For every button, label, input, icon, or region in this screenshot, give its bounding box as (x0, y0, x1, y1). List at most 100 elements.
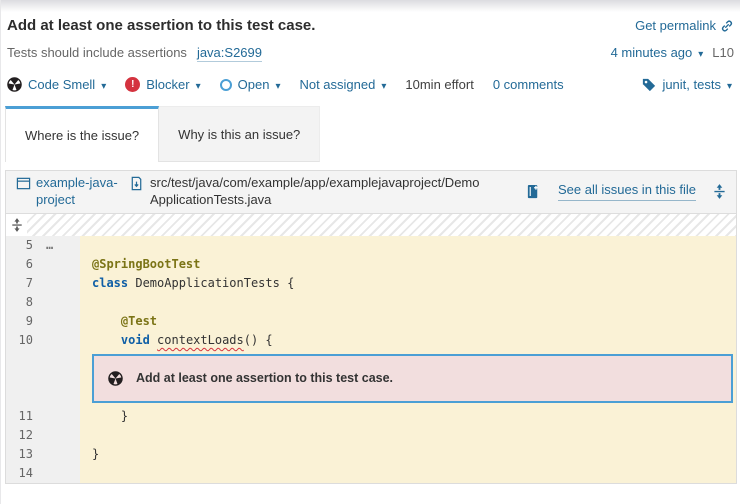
gutter-cell (40, 464, 80, 483)
expand-lines-button[interactable] (6, 214, 27, 236)
issue-type-dropdown[interactable]: Code Smell (7, 77, 106, 92)
expand-lines-row (6, 214, 736, 236)
code-line-row: 13} (6, 445, 736, 464)
tags-dropdown[interactable]: junit, tests (642, 77, 732, 92)
rule-key-link[interactable]: java:S2699 (197, 45, 262, 62)
code-cell (80, 426, 736, 445)
code-line-row: 11 } (6, 407, 736, 426)
issue-type-label: Code Smell (28, 77, 95, 92)
code-line-row: 14 (6, 464, 736, 483)
code-viewer: 5…6@SpringBootTest7 class DemoApplication… (6, 236, 736, 483)
gutter-cell (40, 312, 80, 331)
issue-message: Add at least one assertion to this test … (136, 369, 393, 388)
code-line-row: 8 (6, 293, 736, 312)
line-number[interactable]: 6 (6, 255, 40, 274)
permalink-label: Get permalink (635, 18, 716, 33)
project-link[interactable]: example-java-project (16, 175, 118, 209)
line-number[interactable]: 14 (6, 464, 40, 483)
code-table-body: 5…6@SpringBootTest7 class DemoApplication… (6, 236, 736, 483)
issue-meta-row: Code Smell ! Blocker Open Not assigned 1… (7, 77, 734, 92)
copy-file-path-button[interactable] (526, 184, 541, 199)
get-permalink-link[interactable]: Get permalink (635, 18, 734, 33)
expand-file-button[interactable] (713, 184, 726, 199)
file-path: src/test/java/com/example/app/examplejav… (150, 175, 481, 209)
code-token: } (92, 447, 99, 461)
code-cell: void contextLoads() { (80, 331, 736, 350)
code-cell: Add at least one assertion to this test … (80, 350, 736, 407)
chevron-down-icon (275, 77, 280, 92)
code-token: class (92, 276, 128, 290)
line-number[interactable]: 8 (6, 293, 40, 312)
permalink-icon (720, 19, 734, 33)
code-token (150, 333, 157, 347)
see-all-issues-link[interactable]: See all issues in this file (558, 182, 696, 201)
issue-age-area: 4 minutes ago L10 (611, 45, 734, 60)
code-token: contextLoads (157, 333, 244, 347)
line-number[interactable]: 5 (6, 236, 40, 255)
code-line-row: 6@SpringBootTest (6, 255, 736, 274)
code-smell-icon (7, 77, 22, 92)
line-number[interactable]: 12 (6, 426, 40, 445)
chevron-down-icon (101, 77, 106, 92)
gutter-cell (40, 407, 80, 426)
code-snippet-panel: example-java-project src/test/java/com/e… (5, 170, 737, 484)
top-shadow (1, 0, 740, 12)
rule-info: Tests should include assertions java:S269… (7, 45, 262, 60)
code-smell-icon (108, 371, 123, 386)
tab-label: Where is the issue? (25, 128, 139, 143)
title-row: Add at least one assertion to this test … (7, 17, 734, 34)
line-number[interactable]: 13 (6, 445, 40, 464)
line-number[interactable]: 7 (6, 274, 40, 293)
code-token (92, 314, 121, 328)
issue-tabs: Where is the issue? Why is this an issue… (5, 106, 740, 162)
file-path-area: src/test/java/com/example/app/examplejav… (129, 175, 481, 209)
effort-label: 10min effort (405, 77, 473, 92)
code-line-row: 12 (6, 426, 736, 445)
rule-title: Tests should include assertions (7, 45, 187, 60)
issue-message-box[interactable]: Add at least one assertion to this test … (92, 354, 733, 403)
line-number[interactable]: 9 (6, 312, 40, 331)
comments-link[interactable]: 0 comments (493, 77, 564, 92)
severity-dropdown[interactable]: ! Blocker (125, 77, 200, 92)
code-cell: class DemoApplicationTests { (80, 274, 736, 293)
code-token: @Test (121, 314, 157, 328)
issue-age-dropdown[interactable]: 4 minutes ago (611, 45, 704, 60)
tab-why-is-this-an-issue[interactable]: Why is this an issue? (159, 106, 320, 162)
line-number[interactable]: 10 (6, 331, 40, 350)
severity-label: Blocker (146, 77, 189, 92)
assignee-dropdown[interactable]: Not assigned (299, 77, 386, 92)
status-dropdown[interactable]: Open (220, 77, 281, 92)
file-header: example-java-project src/test/java/com/e… (6, 171, 736, 214)
code-cell: } (80, 445, 736, 464)
file-header-actions: See all issues in this file (526, 182, 726, 201)
gutter-cell (40, 274, 80, 293)
tag-icon (642, 78, 656, 92)
code-cell: } (80, 407, 736, 426)
assignee-label: Not assigned (299, 77, 375, 92)
project-name: example-java-project (36, 175, 118, 209)
chevron-down-icon (196, 77, 201, 92)
gutter-cell (40, 255, 80, 274)
code-cell (80, 236, 736, 255)
status-label: Open (238, 77, 270, 92)
chevron-down-icon (698, 45, 703, 60)
line-number[interactable]: 11 (6, 407, 40, 426)
code-cell: @Test (80, 312, 736, 331)
code-token: () { (244, 333, 273, 347)
code-line-row: 9 @Test (6, 312, 736, 331)
tab-where-is-the-issue[interactable]: Where is the issue? (5, 106, 159, 162)
gutter-cell (40, 445, 80, 464)
code-line-row: 5… (6, 236, 736, 255)
code-token (92, 333, 121, 347)
gutter-cell: … (40, 236, 80, 255)
chevron-down-icon (381, 77, 386, 92)
gutter-cell (40, 350, 80, 407)
code-line-row: 10 void contextLoads() { (6, 331, 736, 350)
line-number[interactable] (6, 350, 40, 407)
issue-age-label: 4 minutes ago (611, 45, 693, 60)
project-icon (16, 176, 31, 191)
tab-label: Why is this an issue? (178, 127, 300, 142)
code-token: } (92, 409, 128, 423)
unfold-icon (11, 218, 23, 232)
chevron-down-icon (727, 77, 732, 92)
